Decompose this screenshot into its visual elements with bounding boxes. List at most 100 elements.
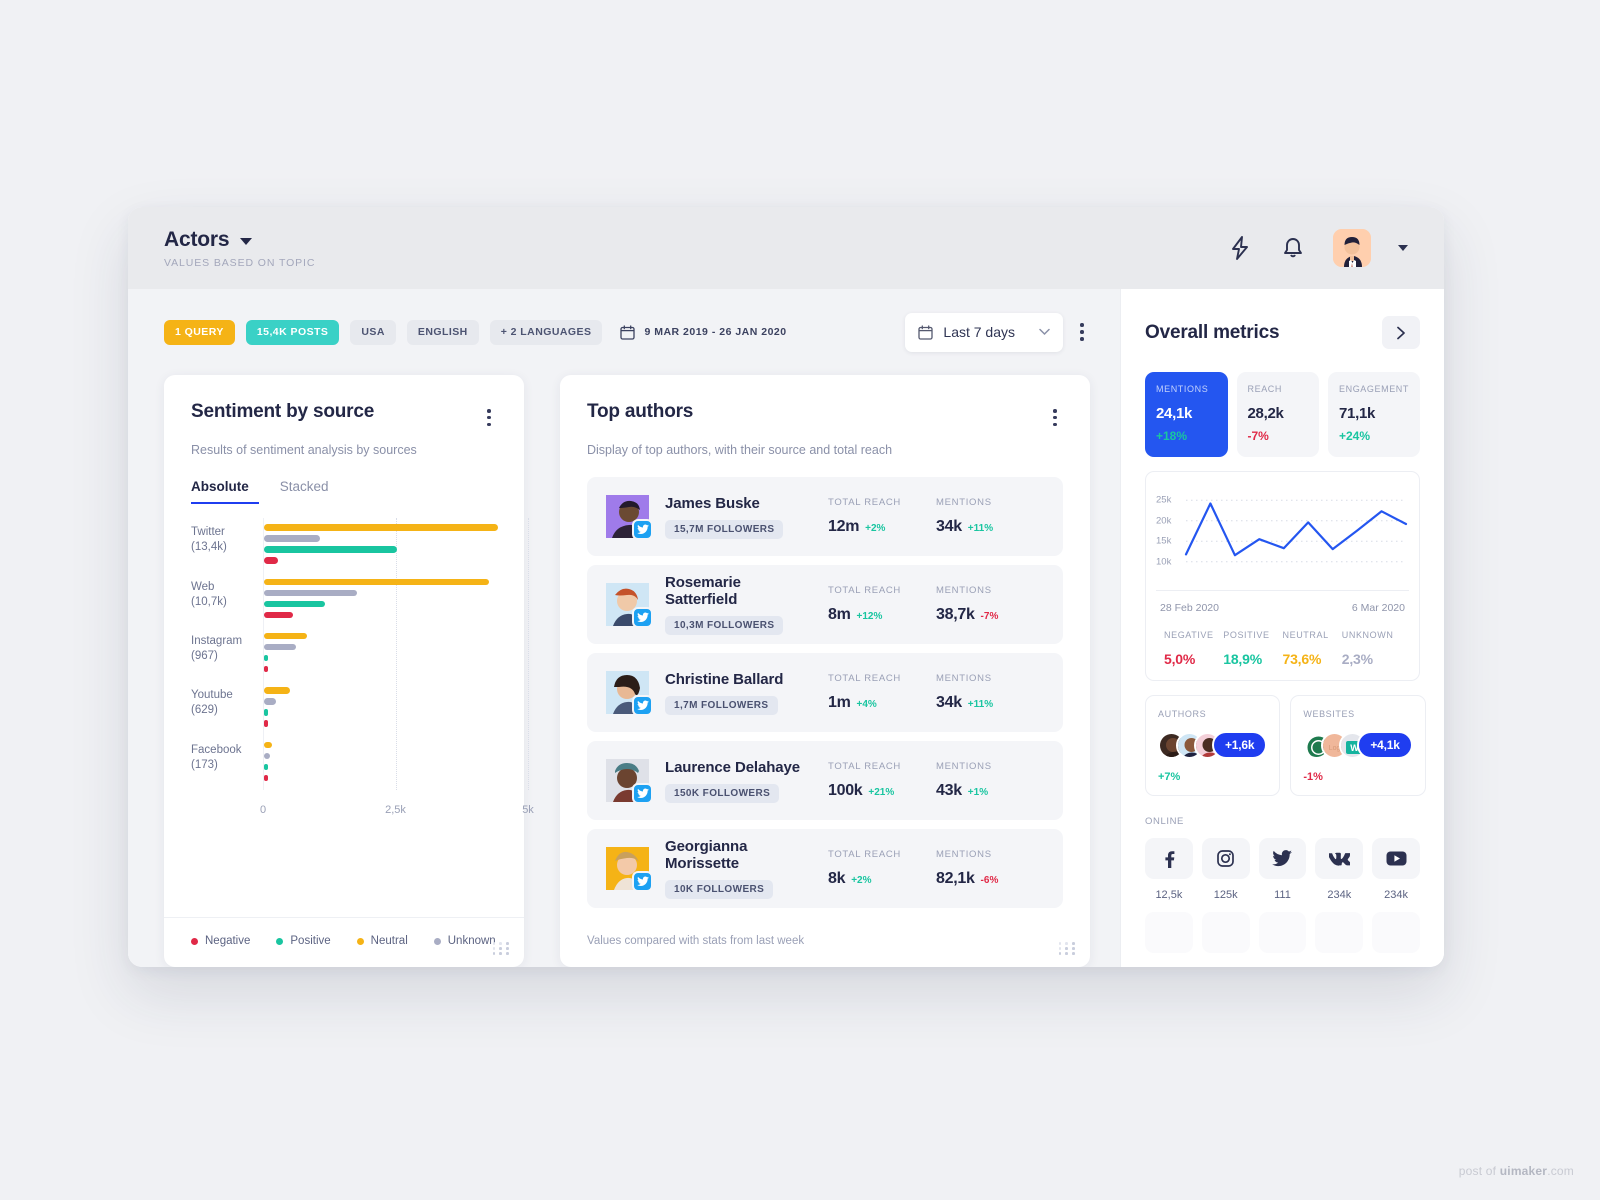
category-name: Twitter <box>191 526 225 539</box>
bar-neutral[interactable] <box>264 578 489 586</box>
bar-negative[interactable] <box>264 774 268 782</box>
resize-grip[interactable] <box>492 942 510 955</box>
mentions-column-label: MENTIONS <box>936 585 992 597</box>
mentions-column-label: MENTIONS <box>936 849 992 861</box>
bar-negative[interactable] <box>264 557 278 564</box>
header-left: Actors VALUES BASED ON TOPIC <box>164 228 315 269</box>
kebab-menu-icon[interactable] <box>1074 315 1090 348</box>
author-info: James Buske 15,7M FOLLOWERS <box>665 495 812 539</box>
bar-unknown[interactable] <box>264 589 358 597</box>
legend-item-negative: Negative <box>191 935 250 947</box>
bar-negative[interactable] <box>264 665 268 673</box>
sentiment-stat-neutral: NEUTRAL 73,6% <box>1283 630 1342 667</box>
sentiment-by-source-card: Sentiment by source Results of sentiment… <box>164 375 534 967</box>
websites-group-card[interactable]: WEBSITES Logo W +4,1k -1% <box>1290 695 1426 796</box>
legend-item-positive: Positive <box>276 935 331 947</box>
kpi-card-engagement[interactable]: ENGAGEMENT 71,1k +24% <box>1328 372 1421 457</box>
sentiment-stat-positive: POSITIVE 18,9% <box>1223 630 1282 667</box>
authors-group-label: AUTHORS <box>1158 709 1207 719</box>
bell-icon[interactable] <box>1280 235 1306 261</box>
social-button[interactable] <box>1315 912 1364 953</box>
bar-group-label: Twitter (13,4k) <box>191 525 259 555</box>
sidebar-title: Overall metrics <box>1145 321 1280 343</box>
bar-positive[interactable] <box>264 600 326 608</box>
author-avatar-wrap <box>606 671 653 717</box>
bar-neutral[interactable] <box>264 524 499 531</box>
bar-unknown[interactable] <box>264 698 277 705</box>
bar-neutral[interactable] <box>264 687 290 694</box>
vk-icon[interactable] <box>1315 838 1364 879</box>
mentions-delta: -6% <box>980 875 999 887</box>
filter-chip-country[interactable]: USA <box>350 319 396 345</box>
facebook-icon[interactable] <box>1145 838 1193 879</box>
social-button[interactable] <box>1201 912 1250 953</box>
y-tick-label: 10k <box>1156 556 1172 568</box>
author-avatar-wrap <box>606 847 653 893</box>
kpi-card-mentions[interactable]: MENTIONS 24,1k +18% <box>1145 372 1228 457</box>
authors-group-card[interactable]: AUTHORS +1,6k +7% <box>1145 695 1281 796</box>
author-row[interactable]: James Buske 15,7M FOLLOWERS TOTAL REACH 12m… <box>587 477 1063 557</box>
bar-neutral[interactable] <box>264 741 273 749</box>
author-name: Georgianna Morissette <box>665 838 748 873</box>
author-row[interactable]: Georgianna Morissette 10K FOLLOWERS TOTAL … <box>587 829 1063 909</box>
filter-chip-query[interactable]: 1 QUERY <box>164 319 235 345</box>
author-reach-stat: TOTAL REACH 12m +2% <box>828 497 920 536</box>
author-row[interactable]: Christine Ballard 1,7M FOLLOWERS TOTAL REA… <box>587 653 1063 733</box>
chevron-down-icon[interactable] <box>240 237 253 245</box>
kpi-card-reach[interactable]: REACH 28,2k -7% <box>1236 372 1319 457</box>
social-button[interactable] <box>1372 912 1420 953</box>
social-column-facebook: 12,5k <box>1145 838 1193 901</box>
social-button[interactable] <box>1145 912 1193 953</box>
bar-positive[interactable] <box>264 654 268 662</box>
chevron-right-icon[interactable] <box>1382 316 1420 349</box>
authors-card-kebab-menu-icon[interactable] <box>1047 401 1063 434</box>
bar-positive[interactable] <box>264 763 268 771</box>
bar-positive[interactable] <box>264 709 268 716</box>
twitter-icon[interactable] <box>1258 838 1307 879</box>
authors-card-header: Top authors <box>560 375 1090 434</box>
watermark-prefix: post of <box>1458 1164 1500 1178</box>
bar-unknown[interactable] <box>264 643 296 651</box>
websites-group-label: WEBSITES <box>1303 709 1355 719</box>
tab-stacked[interactable]: Stacked <box>280 479 329 504</box>
bar-neutral[interactable] <box>264 632 308 640</box>
instagram-icon[interactable] <box>1201 838 1250 879</box>
sentiment-tabs: Absolute Stacked <box>164 457 524 505</box>
tab-absolute[interactable]: Absolute <box>191 479 259 505</box>
reach-delta: +2% <box>851 875 872 887</box>
filter-bar: 1 QUERY 15,4K POSTS USA ENGLISH + 2 LANG… <box>128 289 1120 375</box>
filter-chip-more-languages[interactable]: + 2 LANGUAGES <box>489 319 603 345</box>
lightning-bolt-icon[interactable] <box>1227 235 1253 261</box>
bar-unknown[interactable] <box>264 752 270 760</box>
sentiment-label: NEUTRAL <box>1282 630 1329 640</box>
range-select[interactable]: Last 7 days <box>905 312 1064 352</box>
websites-count-pill: +4,1k <box>1357 731 1413 759</box>
author-row[interactable]: Rosemarie Satterfield 10,3M FOLLOWERS TOTA… <box>587 565 1063 645</box>
legend-label-positive: Positive <box>290 935 331 947</box>
resize-grip[interactable] <box>1058 942 1076 955</box>
sentiment-card-kebab-menu-icon[interactable] <box>481 401 497 434</box>
bar-negative[interactable] <box>264 611 293 619</box>
author-mentions-stat: MENTIONS 38,7k -7% <box>936 585 1040 624</box>
author-name: Rosemarie Satterfield <box>665 574 741 609</box>
page-title-group[interactable]: Actors <box>164 228 315 252</box>
filter-chip-language[interactable]: ENGLISH <box>406 319 479 345</box>
social-button[interactable] <box>1258 912 1307 953</box>
bar-negative[interactable] <box>264 720 268 727</box>
watermark-suffix: .com <box>1547 1164 1574 1178</box>
bar-unknown[interactable] <box>264 535 321 542</box>
account-chevron-down-icon[interactable] <box>1398 245 1408 251</box>
youtube-icon[interactable] <box>1372 838 1420 879</box>
avatar[interactable] <box>1333 229 1371 267</box>
legend-dot-negative <box>191 937 198 945</box>
filter-chip-posts[interactable]: 15,4K POSTS <box>245 319 340 345</box>
category-total: (967) <box>191 649 218 662</box>
date-range-display[interactable]: 9 MAR 2019 - 26 JAN 2020 <box>620 324 786 340</box>
category-name: Web <box>191 580 215 593</box>
mini-chart-start-date: 28 Feb 2020 <box>1160 602 1219 614</box>
mentions-value: 82,1k <box>936 870 975 888</box>
reach-delta: +21% <box>868 787 895 799</box>
bar-positive[interactable] <box>264 546 397 553</box>
app-body: 1 QUERY 15,4K POSTS USA ENGLISH + 2 LANG… <box>128 289 1444 967</box>
author-row[interactable]: Laurence Delahaye 150K FOLLOWERS TOTAL REA… <box>587 741 1063 821</box>
